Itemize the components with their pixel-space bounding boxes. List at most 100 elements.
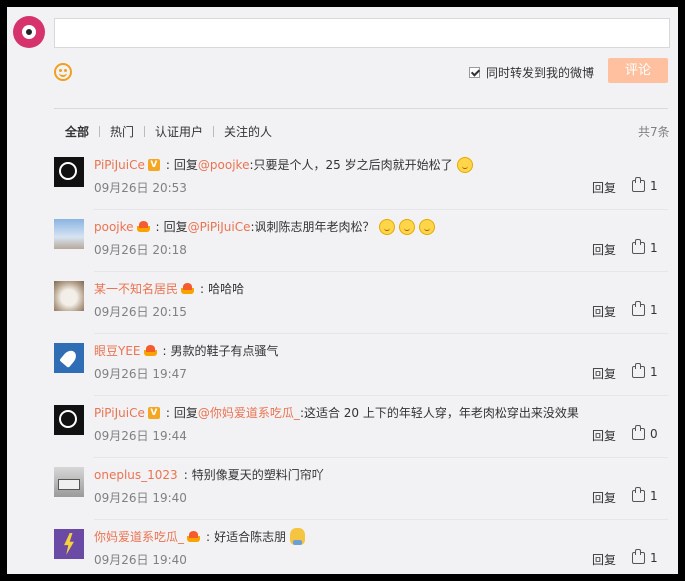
repost-option[interactable]: 同时转发到我的微博 <box>469 64 594 81</box>
crown-icon[interactable] <box>136 221 150 232</box>
repost-label: 同时转发到我的微博 <box>486 66 595 80</box>
reply-button[interactable]: 回复 <box>592 179 616 196</box>
username-link[interactable]: PiPiJuiCe <box>94 406 145 420</box>
comment-row: PiPiJuiCe V : 回复 @poojke :只要是个人，25 岁之后肉就… <box>54 148 668 210</box>
thumbs-up-icon <box>632 177 645 192</box>
emoji-smile-icon <box>456 156 473 173</box>
crown-icon[interactable] <box>143 345 157 356</box>
colon: : <box>165 157 170 172</box>
comment-text: :这适合 20 上下的年轻人穿，年老肉松穿出来没效果 <box>299 406 579 420</box>
user-avatar[interactable] <box>54 529 84 559</box>
username-link[interactable]: 眼豆YEE <box>94 342 141 359</box>
repost-checkbox[interactable] <box>469 67 480 78</box>
username-link[interactable]: oneplus_1023 <box>94 468 178 482</box>
comment-text: 特别像夏天的塑料门帘吖 <box>191 468 324 482</box>
comment-time: 09月26日 19:40 <box>94 553 187 567</box>
emoji-smile-icon <box>418 218 435 235</box>
like-button[interactable]: 1 <box>632 301 658 317</box>
username-link[interactable]: 你妈爱道系吃瓜_ <box>94 528 184 545</box>
colon: : <box>183 467 188 482</box>
comment-text-line: poojke : 回复 @PiPiJuiCe :讽刺陈志朋年老肉松？ <box>94 218 435 235</box>
user-avatar[interactable] <box>54 157 84 187</box>
colon: : <box>200 281 205 296</box>
crown-icon[interactable] <box>187 531 201 542</box>
comment-time: 09月26日 19:40 <box>94 491 187 505</box>
like-button[interactable]: 1 <box>632 549 658 565</box>
current-user-avatar[interactable] <box>13 16 45 48</box>
tab-separator <box>144 126 146 137</box>
tab-hot[interactable]: 热门 <box>110 123 134 140</box>
mention-link[interactable]: @PiPiJuiCe <box>188 220 251 234</box>
comment-row: 你妈爱道系吃瓜_ : 好适合陈志朋 09月26日 19:40 回复 1 <box>54 520 668 574</box>
user-avatar[interactable] <box>54 219 84 249</box>
comment-text: 男款的鞋子有点骚气 <box>170 344 279 358</box>
like-button[interactable]: 0 <box>632 425 658 441</box>
comment-time: 09月26日 19:47 <box>94 367 187 381</box>
tab-separator <box>99 126 101 137</box>
smile-icon[interactable] <box>54 63 72 81</box>
like-button[interactable]: 1 <box>632 177 658 193</box>
comment-text: :只要是个人，25 岁之后肉就开始松了 <box>249 158 453 172</box>
comment-time: 09月26日 20:53 <box>94 181 187 195</box>
like-count: 1 <box>650 303 658 317</box>
username-link[interactable]: poojke <box>94 220 134 234</box>
thumbs-up-icon <box>632 425 645 440</box>
username-link[interactable]: 某一不知名居民 <box>94 280 178 297</box>
verified-v-icon[interactable]: V <box>147 158 160 171</box>
comment-text: 好适合陈志朋 <box>214 530 287 544</box>
colon: : <box>165 405 170 420</box>
avatar-bolt-shape <box>64 533 74 555</box>
like-button[interactable]: 1 <box>632 487 658 503</box>
user-avatar[interactable] <box>54 343 84 373</box>
avatar-vehicle-shape <box>58 479 80 490</box>
tab-separator <box>213 126 215 137</box>
divider <box>54 108 668 109</box>
mention-link[interactable]: @你妈爱道系吃瓜_ <box>198 404 300 421</box>
reply-prefix: 回复 <box>173 406 198 420</box>
verified-v-icon[interactable]: V <box>147 406 160 419</box>
tab-verified[interactable]: 认证用户 <box>155 123 203 140</box>
reply-button[interactable]: 回复 <box>592 303 616 320</box>
comment-text-line: PiPiJuiCe V : 回复 @你妈爱道系吃瓜_ :这适合 20 上下的年轻… <box>94 404 579 421</box>
mention-link[interactable]: @poojke <box>198 158 250 172</box>
comment-text-line: 眼豆YEE : 男款的鞋子有点骚气 <box>94 342 279 359</box>
like-button[interactable]: 1 <box>632 239 658 255</box>
user-avatar[interactable] <box>54 405 84 435</box>
user-avatar[interactable] <box>54 281 84 311</box>
thumbs-up-icon <box>632 301 645 316</box>
tab-all[interactable]: 全部 <box>65 123 89 140</box>
comment-panel: 同时转发到我的微博 评论 全部 热门 认证用户 关注的人 共7条 PiPiJui… <box>7 7 678 574</box>
reply-prefix: 回复 <box>163 220 188 234</box>
reply-button[interactable]: 回复 <box>592 427 616 444</box>
comment-time: 09月26日 20:15 <box>94 305 187 319</box>
colon: : <box>155 219 160 234</box>
filter-tabs: 全部 热门 认证用户 关注的人 <box>65 123 272 140</box>
tab-following[interactable]: 关注的人 <box>224 123 272 140</box>
reply-button[interactable]: 回复 <box>592 241 616 258</box>
username-link[interactable]: PiPiJuiCe <box>94 158 145 172</box>
colon: : <box>206 529 211 544</box>
smile-mouth <box>59 71 67 77</box>
reply-button[interactable]: 回复 <box>592 489 616 506</box>
comment-text: :讽刺陈志朋年老肉松？ <box>250 220 375 234</box>
emoji-face-icon <box>290 528 306 545</box>
comment-row: oneplus_1023 : 特别像夏天的塑料门帘吖 09月26日 19:40 … <box>54 458 668 520</box>
reply-button[interactable]: 回复 <box>592 365 616 382</box>
comment-text-line: oneplus_1023 : 特别像夏天的塑料门帘吖 <box>94 466 324 483</box>
thumbs-up-icon <box>632 239 645 254</box>
emoji-smile-icon <box>378 218 395 235</box>
comment-row: PiPiJuiCe V : 回复 @你妈爱道系吃瓜_ :这适合 20 上下的年轻… <box>54 396 668 458</box>
comment-text-line: PiPiJuiCe V : 回复 @poojke :只要是个人，25 岁之后肉就… <box>94 156 473 173</box>
comment-input[interactable] <box>54 18 670 48</box>
reply-button[interactable]: 回复 <box>592 551 616 568</box>
thumbs-up-icon <box>632 549 645 564</box>
user-avatar[interactable] <box>54 467 84 497</box>
crown-icon[interactable] <box>181 283 195 294</box>
emoji-smile-icon <box>398 218 415 235</box>
comment-row: 眼豆YEE : 男款的鞋子有点骚气 09月26日 19:47 回复 1 <box>54 334 668 396</box>
submit-comment-button[interactable]: 评论 <box>608 58 668 83</box>
reply-prefix: 回复 <box>173 158 198 172</box>
like-button[interactable]: 1 <box>632 363 658 379</box>
like-count: 1 <box>650 365 658 379</box>
thumbs-up-icon <box>632 487 645 502</box>
